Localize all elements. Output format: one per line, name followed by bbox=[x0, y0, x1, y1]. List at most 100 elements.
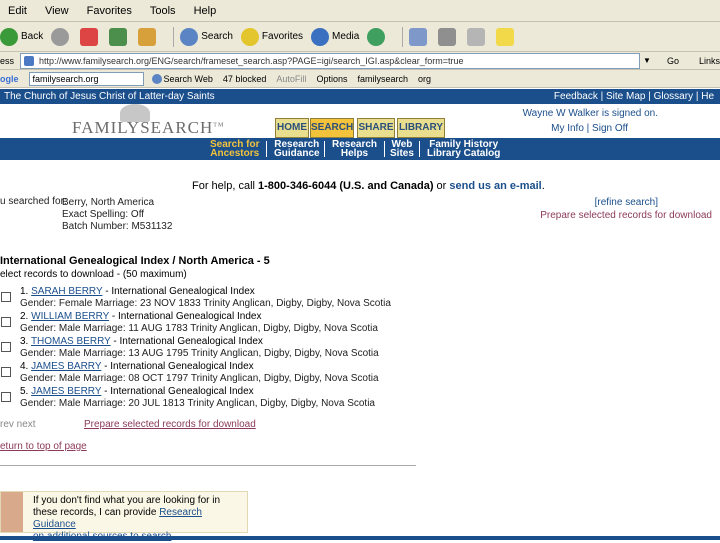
menu-view[interactable]: View bbox=[45, 5, 69, 17]
messenger-button[interactable] bbox=[496, 27, 517, 46]
address-input[interactable]: http://www.familysearch.org/ENG/search/f… bbox=[20, 52, 641, 69]
record-details: Gender: Male Marriage: 08 OCT 1797 Trini… bbox=[20, 373, 379, 384]
record-details: Gender: Male Marriage: 11 AUG 1783 Trini… bbox=[20, 323, 378, 334]
tab-library[interactable]: LIBRARY bbox=[397, 118, 445, 138]
print-button[interactable] bbox=[438, 27, 459, 46]
mail-icon bbox=[409, 27, 428, 46]
brand-header: FAMILYSEARCHTM HOME SEARCH SHARE LIBRARY… bbox=[0, 104, 720, 138]
select-record-checkbox[interactable] bbox=[1, 292, 11, 302]
subnav-research-helps[interactable]: Research Helps bbox=[332, 140, 377, 159]
search-web-button[interactable]: Search Web bbox=[151, 73, 213, 84]
stop-icon bbox=[80, 27, 99, 46]
prepare-download-link-bottom[interactable]: Prepare selected records for download bbox=[84, 419, 256, 430]
tab-home[interactable]: HOME bbox=[275, 118, 309, 138]
record-name-link[interactable]: JAMES BERRY bbox=[31, 386, 101, 397]
menu-favorites[interactable]: Favorites bbox=[87, 5, 132, 17]
mail-button[interactable] bbox=[409, 27, 430, 46]
forward-button[interactable] bbox=[51, 27, 72, 46]
criteria-name-place: Berry, North America bbox=[62, 197, 155, 208]
google-search-input[interactable]: familysearch.org bbox=[28, 71, 144, 86]
popup-blocker-button[interactable]: 47 blocked bbox=[223, 74, 267, 84]
select-record-checkbox[interactable] bbox=[1, 367, 11, 377]
search-button[interactable]: Search bbox=[180, 27, 233, 46]
church-header: The Church of Jesus Christ of Latter-day… bbox=[0, 89, 720, 104]
result-row: 3. THOMAS BERRY - International Genealog… bbox=[0, 336, 420, 361]
subnav-library-catalog[interactable]: Family History Library Catalog bbox=[427, 140, 500, 159]
prepare-download-link[interactable]: Prepare selected records for download bbox=[540, 210, 712, 221]
criteria-batch-number: Batch Number: M531132 bbox=[62, 221, 173, 232]
tab-search[interactable]: SEARCH bbox=[310, 118, 354, 138]
church-title: The Church of Jesus Christ of Latter-day… bbox=[4, 91, 215, 102]
result-row: 2. WILLIAM BERRY - International Genealo… bbox=[0, 311, 420, 336]
address-dropdown-icon[interactable]: ▼ bbox=[643, 56, 651, 65]
refine-search-link[interactable]: [refine search] bbox=[595, 197, 658, 208]
subnav-divider bbox=[419, 141, 420, 157]
help-line: For help, call 1-800-346-6044 (U.S. and … bbox=[192, 180, 545, 192]
signed-on-status: Wayne W Walker is signed on. bbox=[522, 108, 658, 119]
subnav-search-for-ancestors[interactable]: Search for Ancestors bbox=[210, 140, 259, 159]
result-row: 5. JAMES BERRY - International Genealogi… bbox=[0, 386, 420, 411]
menu-edit[interactable]: Edit bbox=[8, 5, 27, 17]
subnav-divider bbox=[324, 141, 325, 157]
google-term-org[interactable]: org bbox=[418, 74, 431, 84]
search-subnav: Search for Ancestors Research Guidance Res… bbox=[0, 138, 720, 160]
google-search-icon bbox=[151, 73, 162, 84]
toolbar-divider bbox=[173, 26, 175, 47]
subnav-web-sites[interactable]: Web Sites bbox=[390, 140, 414, 159]
tab-share[interactable]: SHARE bbox=[357, 118, 395, 138]
research-guidance-promo: If you don't find what you are looking f… bbox=[0, 491, 248, 542]
record-details: Gender: Female Marriage: 23 NOV 1833 Tri… bbox=[20, 298, 391, 309]
edit-button[interactable] bbox=[467, 27, 488, 46]
criteria-exact-spelling: Exact Spelling: Off bbox=[62, 209, 145, 220]
media-button[interactable]: Media bbox=[311, 27, 359, 46]
subnav-divider bbox=[266, 141, 267, 157]
result-row: 4. JAMES BARRY - International Genealogi… bbox=[0, 361, 420, 386]
back-arrow-icon bbox=[0, 27, 18, 46]
history-button[interactable] bbox=[367, 27, 388, 46]
media-icon bbox=[311, 27, 330, 46]
stop-button[interactable] bbox=[80, 27, 101, 46]
familysearch-logo[interactable]: FAMILYSEARCHTM bbox=[72, 118, 224, 138]
printer-icon bbox=[438, 27, 457, 46]
browser-toolbar: Back Search Favorites Media bbox=[0, 22, 720, 52]
address-label: ess bbox=[0, 55, 15, 66]
menu-help[interactable]: Help bbox=[194, 5, 217, 17]
email-link[interactable]: send us an e-mail bbox=[449, 180, 541, 192]
record-name-link[interactable]: SARAH BERRY bbox=[31, 286, 102, 297]
select-record-checkbox[interactable] bbox=[1, 342, 11, 352]
home-button[interactable] bbox=[138, 27, 159, 46]
google-term-familysearch[interactable]: familysearch bbox=[357, 74, 408, 84]
record-name-link[interactable]: WILLIAM BERRY bbox=[31, 311, 109, 322]
menu-tools[interactable]: Tools bbox=[150, 5, 176, 17]
result-row: 1. SARAH BERRY - International Genealogi… bbox=[0, 286, 420, 311]
refresh-icon bbox=[109, 27, 128, 46]
record-name-link[interactable]: JAMES BARRY bbox=[31, 361, 101, 372]
results-title: International Genealogical Index / North… bbox=[0, 255, 270, 267]
links-button[interactable]: Links bbox=[699, 56, 720, 66]
prev-next-links[interactable]: rev next bbox=[0, 419, 36, 430]
edit-icon bbox=[467, 27, 486, 46]
history-icon bbox=[367, 27, 386, 46]
home-icon bbox=[138, 27, 157, 46]
back-button[interactable]: Back bbox=[0, 27, 43, 46]
help-phone: 1-800-346-6044 (U.S. and Canada) bbox=[258, 180, 434, 192]
menu-bar: Edit View Favorites Tools Help bbox=[0, 0, 720, 22]
star-icon bbox=[240, 27, 259, 46]
subnav-research-guidance[interactable]: Research Guidance bbox=[274, 140, 320, 159]
refresh-button[interactable] bbox=[109, 27, 130, 46]
select-record-checkbox[interactable] bbox=[1, 317, 11, 327]
forward-arrow-icon bbox=[51, 27, 70, 46]
favorites-button[interactable]: Favorites bbox=[240, 27, 303, 46]
address-bar: ess http://www.familysearch.org/ENG/sear… bbox=[0, 52, 720, 70]
header-links[interactable]: Feedback | Site Map | Glossary | He bbox=[554, 91, 714, 102]
google-logo[interactable]: ogle bbox=[0, 74, 19, 84]
options-button[interactable]: Options bbox=[316, 74, 347, 84]
go-button[interactable]: Go bbox=[667, 56, 679, 66]
return-to-top-link[interactable]: eturn to top of page bbox=[0, 441, 87, 452]
divider bbox=[0, 465, 416, 466]
main-content: For help, call 1-800-346-6044 (U.S. and … bbox=[0, 160, 720, 542]
record-name-link[interactable]: THOMAS BERRY bbox=[31, 336, 111, 347]
autofill-button[interactable]: AutoFill bbox=[276, 74, 306, 84]
select-record-checkbox[interactable] bbox=[1, 392, 11, 402]
account-links[interactable]: My Info | Sign Off bbox=[551, 123, 628, 134]
